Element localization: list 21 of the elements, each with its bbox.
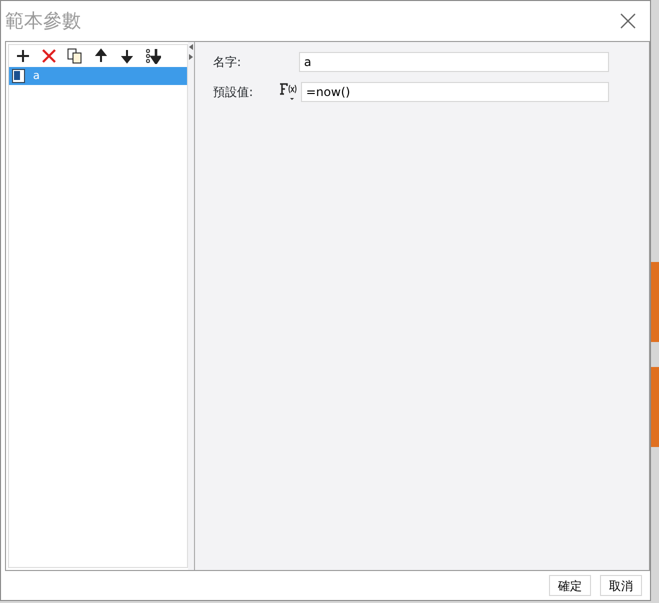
down-arrow-icon	[119, 48, 135, 64]
parameter-icon	[12, 69, 25, 83]
close-button[interactable]	[618, 13, 638, 29]
dialog-button[interactable]: 取消	[600, 575, 642, 596]
formula-icon	[279, 82, 299, 102]
sort-button[interactable]	[143, 48, 163, 64]
sort-icon	[145, 48, 161, 64]
add-icon	[15, 48, 31, 64]
right-arrow-icon	[189, 54, 193, 60]
delete-button[interactable]	[39, 48, 59, 64]
window-title: 範本參數	[5, 8, 81, 34]
copy-icon	[67, 48, 83, 64]
field-label: 預設值:	[213, 84, 254, 101]
field-label: 名字:	[213, 54, 242, 71]
name-field[interactable]: a	[299, 52, 609, 72]
up-arrow-icon	[93, 48, 109, 64]
default-value-field[interactable]: =now()	[301, 82, 609, 102]
dialog-button[interactable]: 確定	[549, 575, 591, 596]
left-arrow-icon	[189, 44, 193, 50]
close-icon	[620, 13, 636, 29]
delete-icon	[41, 48, 57, 64]
